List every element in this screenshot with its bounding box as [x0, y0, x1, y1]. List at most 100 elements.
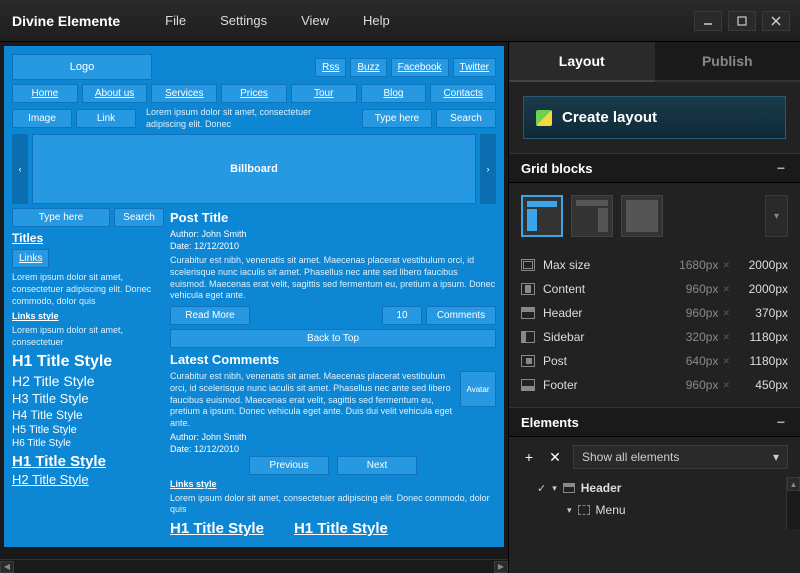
post-lorem: Curabitur est nibh, venenatis sit amet. …	[170, 255, 496, 302]
h2-style: H2 Title Style	[12, 373, 164, 389]
tree-item-menu[interactable]: ▾ Menu	[521, 499, 788, 521]
close-button[interactable]	[762, 11, 790, 31]
nav-home[interactable]: Home	[12, 84, 78, 103]
read-more-button[interactable]: Read More	[170, 306, 250, 325]
nav-prices[interactable]: Prices	[221, 84, 287, 103]
billboard-prev[interactable]: ‹	[12, 134, 28, 204]
links-block[interactable]: Links	[12, 249, 49, 268]
header-icon	[521, 307, 535, 319]
check-icon[interactable]: ✓	[537, 482, 546, 495]
sidebar-search[interactable]: Search	[114, 208, 164, 227]
layout-thumb-2[interactable]	[571, 195, 613, 237]
comment-count[interactable]: 10	[382, 306, 422, 325]
links-style-1[interactable]: Links style	[12, 311, 164, 321]
menu-help[interactable]: Help	[348, 8, 405, 33]
billboard-next[interactable]: ›	[480, 134, 496, 204]
minimize-button[interactable]	[694, 11, 722, 31]
tab-layout[interactable]: Layout	[509, 42, 655, 82]
post-icon	[521, 355, 535, 367]
expand-icon[interactable]: ▾	[552, 483, 557, 494]
social-facebook[interactable]: Facebook	[391, 58, 449, 77]
search-button[interactable]: Search	[436, 109, 496, 128]
logo-block[interactable]: Logo	[12, 54, 152, 80]
comments-button[interactable]: Comments	[426, 306, 496, 325]
nav-about[interactable]: About us	[82, 84, 148, 103]
footer-icon	[521, 379, 535, 391]
avatar-block[interactable]: Avatar	[460, 371, 496, 407]
grid-row-footer[interactable]: Footer960px✕450px	[521, 373, 788, 397]
app-title: Divine Elemente	[12, 13, 120, 29]
collapse-icon-2[interactable]: −	[774, 414, 788, 430]
previous-button[interactable]: Previous	[249, 456, 329, 475]
nav-contacts[interactable]: Contacts	[430, 84, 496, 103]
grid-row-content[interactable]: Content960px✕2000px	[521, 277, 788, 301]
show-elements-dropdown[interactable]: Show all elements ▾	[573, 445, 788, 469]
layout-thumb-1[interactable]	[521, 195, 563, 237]
type-here-input[interactable]: Type here	[362, 109, 432, 128]
h6-style: H6 Title Style	[12, 438, 164, 449]
chevron-down-icon: ▾	[773, 450, 779, 464]
create-layout-button[interactable]: Create layout	[523, 96, 786, 139]
menu-file[interactable]: File	[150, 8, 201, 33]
menu-settings[interactable]: Settings	[205, 8, 282, 33]
sidebar-type-here[interactable]: Type here	[12, 208, 110, 227]
nav-blog[interactable]: Blog	[361, 84, 427, 103]
next-button[interactable]: Next	[337, 456, 417, 475]
tree-item-header[interactable]: ✓ ▾ Header	[521, 477, 788, 499]
billboard[interactable]: Billboard	[32, 134, 476, 204]
h4-style: H4 Title Style	[12, 408, 164, 422]
tab-publish[interactable]: Publish	[655, 42, 800, 82]
design-canvas[interactable]: Logo Rss Buzz Facebook Twitter Home Abou…	[0, 42, 508, 573]
post-date: Date: 12/12/2010	[170, 241, 496, 251]
grid-row-maxsize[interactable]: Max size1680px✕2000px	[521, 253, 788, 277]
post-author: Author: John Smith	[170, 229, 496, 239]
back-to-top[interactable]: Back to Top	[170, 329, 496, 348]
horizontal-scrollbar[interactable]: ◀ ▶	[0, 559, 508, 573]
link-block[interactable]: Link	[76, 109, 136, 128]
maxsize-icon	[521, 259, 535, 271]
maximize-button[interactable]	[728, 11, 756, 31]
expand-icon-2[interactable]: ▾	[567, 505, 572, 516]
grid-row-sidebar[interactable]: Sidebar320px✕1180px	[521, 325, 788, 349]
layout-dropdown[interactable]: ▾	[765, 195, 788, 237]
lorem-text: Lorem ipsum dolor sit amet, consectetuer…	[140, 107, 358, 130]
elements-header[interactable]: Elements −	[509, 407, 800, 437]
grid-row-post[interactable]: Post640px✕1180px	[521, 349, 788, 373]
show-elements-label: Show all elements	[582, 450, 679, 464]
scroll-right-icon[interactable]: ▶	[494, 561, 508, 573]
social-twitter[interactable]: Twitter	[453, 58, 496, 77]
tree-scrollbar[interactable]: ▲	[786, 477, 800, 529]
titlebar: Divine Elemente File Settings View Help	[0, 0, 800, 42]
comment-lorem: Curabitur est nibh, venenatis sit amet. …	[170, 371, 454, 429]
social-buzz[interactable]: Buzz	[350, 58, 386, 77]
grid-blocks-header[interactable]: Grid blocks −	[509, 153, 800, 183]
create-layout-icon	[536, 110, 552, 126]
content-icon	[521, 283, 535, 295]
footer-h1-1: H1 Title Style	[170, 520, 264, 537]
menu-view[interactable]: View	[286, 8, 344, 33]
nav-services[interactable]: Services	[151, 84, 217, 103]
header-tree-icon	[563, 483, 575, 493]
window-controls	[694, 11, 790, 31]
titles-heading: Titles	[12, 231, 164, 245]
social-rss[interactable]: Rss	[315, 58, 346, 77]
sidebar-lorem: Lorem ipsum dolor sit amet, consectetuer…	[12, 272, 164, 307]
h1-style-u: H1 Title Style	[12, 453, 164, 470]
grid-row-header[interactable]: Header960px✕370px	[521, 301, 788, 325]
post-title: Post Title	[170, 210, 496, 225]
image-block[interactable]: Image	[12, 109, 72, 128]
elements-toolbar: + ✕ Show all elements ▾	[509, 437, 800, 477]
scroll-left-icon[interactable]: ◀	[0, 561, 14, 573]
grid-dimensions-table: Max size1680px✕2000px Content960px✕2000p…	[509, 249, 800, 407]
comment-author: Author: John Smith	[170, 432, 496, 442]
latest-comments-title: Latest Comments	[170, 352, 496, 367]
collapse-icon[interactable]: −	[774, 160, 788, 176]
scroll-up-icon[interactable]: ▲	[787, 477, 800, 491]
nav-tour[interactable]: Tour	[291, 84, 357, 103]
add-element-button[interactable]: +	[521, 449, 537, 465]
layout-thumb-3[interactable]	[621, 195, 663, 237]
links-style-2[interactable]: Links style	[170, 479, 496, 489]
remove-element-button[interactable]: ✕	[547, 449, 563, 466]
h3-style: H3 Title Style	[12, 391, 164, 406]
h2-style-u: H2 Title Style	[12, 472, 164, 487]
